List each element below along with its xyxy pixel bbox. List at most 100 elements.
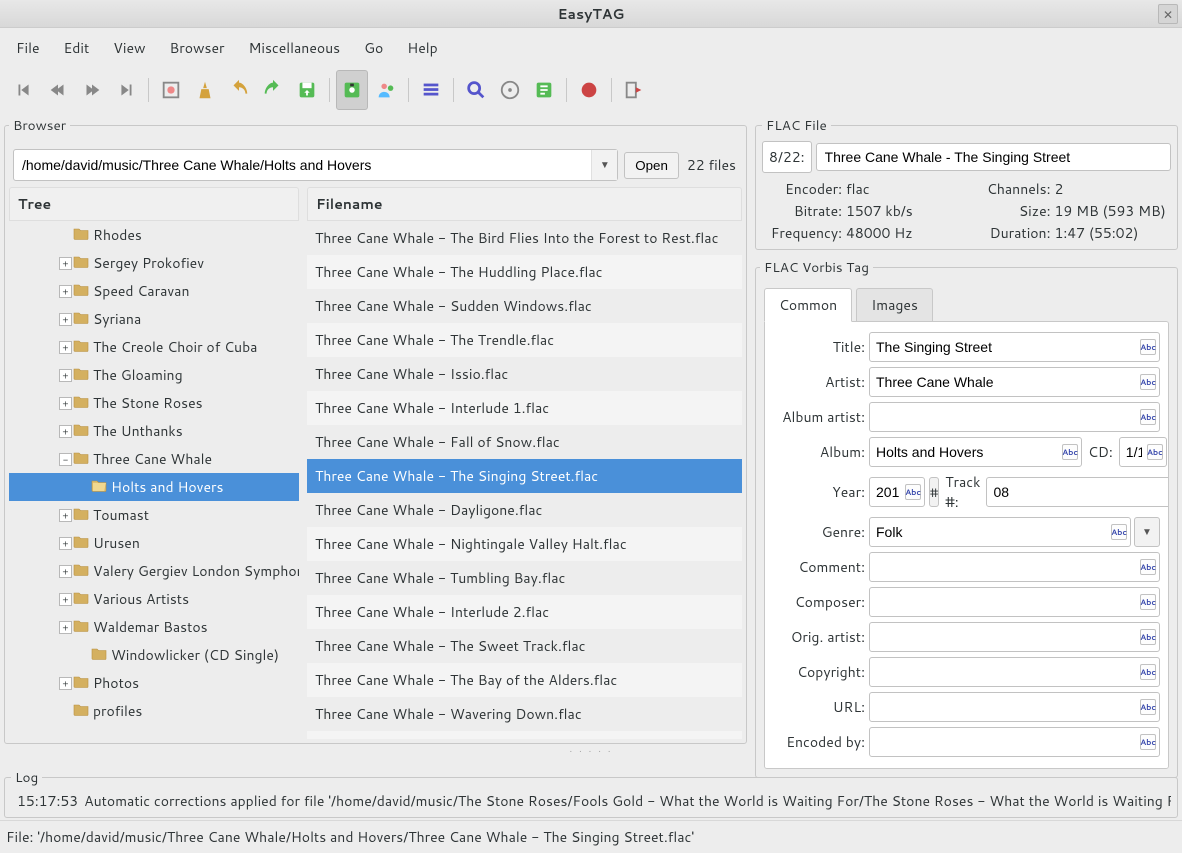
title-input[interactable] [869, 332, 1160, 362]
tab-common[interactable]: Common [764, 288, 852, 322]
path-input[interactable] [14, 150, 591, 180]
expander-icon[interactable]: + [59, 621, 72, 634]
nav-prev-button[interactable] [42, 70, 74, 110]
apply-all-icon[interactable]: Abc [1140, 594, 1156, 610]
tree-item[interactable]: +Sergey Prokofiev [9, 249, 299, 277]
menu-edit[interactable]: Edit [54, 34, 100, 62]
apply-all-icon[interactable]: Abc [1140, 339, 1156, 355]
artist-input[interactable] [869, 367, 1160, 397]
expander-icon[interactable]: + [59, 313, 72, 326]
apply-all-icon[interactable]: Abc [1111, 524, 1127, 540]
tree-item[interactable]: +The Gloaming [9, 361, 299, 389]
menu-help[interactable]: Help [397, 34, 447, 62]
apply-all-icon[interactable]: Abc [1140, 664, 1156, 680]
genre-input[interactable] [869, 517, 1131, 547]
apply-all-icon[interactable]: Abc [1140, 409, 1156, 425]
save-button[interactable] [291, 70, 323, 110]
path-dropdown-button[interactable]: ▼ [591, 150, 617, 180]
stop-button[interactable] [573, 70, 605, 110]
filename-header[interactable]: Filename [307, 187, 742, 221]
file-list-item[interactable]: Three Cane Whale - Issio.flac [307, 357, 742, 391]
scan-button[interactable] [155, 70, 187, 110]
file-list-item[interactable]: Three Cane Whale - Nightingale Valley Ha… [307, 527, 742, 561]
files-scroll[interactable]: Three Cane Whale - The Bird Flies Into t… [307, 221, 742, 739]
search-button[interactable] [460, 70, 492, 110]
apply-all-icon[interactable]: Abc [1147, 444, 1163, 460]
open-button[interactable]: Open [624, 152, 679, 179]
apply-all-icon[interactable]: Abc [905, 484, 921, 500]
album-artist-input[interactable] [869, 402, 1160, 432]
tree-item[interactable]: +profiles [9, 697, 299, 725]
apply-all-icon[interactable]: Abc [1140, 629, 1156, 645]
file-list-item[interactable]: Three Cane Whale - Ruby and Elsie.flac [307, 731, 742, 739]
file-list-item[interactable]: Three Cane Whale - The Trendle.flac [307, 323, 742, 357]
file-list-item[interactable]: Three Cane Whale - Tumbling Bay.flac [307, 561, 742, 595]
file-list-item[interactable]: Three Cane Whale - The Huddling Place.fl… [307, 255, 742, 289]
expander-icon[interactable]: + [59, 341, 72, 354]
tree-item[interactable]: +Toumast [9, 501, 299, 529]
cddb-button[interactable] [494, 70, 526, 110]
menu-view[interactable]: View [103, 34, 155, 62]
tree-scroll[interactable]: +Rhodes+Sergey Prokofiev+Speed Caravan+S… [9, 221, 299, 739]
tree-header[interactable]: Tree [9, 187, 299, 221]
view-tree-button[interactable] [336, 70, 368, 110]
tree-item[interactable]: +Windowlicker (CD Single) [9, 641, 299, 669]
menu-miscellaneous[interactable]: Miscellaneous [238, 34, 350, 62]
quit-button[interactable] [618, 70, 650, 110]
expander-icon[interactable]: + [59, 537, 72, 550]
tree-item[interactable]: +The Unthanks [9, 417, 299, 445]
expander-icon[interactable]: + [59, 677, 72, 690]
undo-button[interactable] [223, 70, 255, 110]
url-input[interactable] [869, 692, 1160, 722]
expander-icon[interactable]: + [59, 509, 72, 522]
expander-icon[interactable]: + [59, 285, 72, 298]
menu-go[interactable]: Go [354, 34, 393, 62]
expander-icon[interactable]: + [59, 369, 72, 382]
tree-item[interactable]: −Three Cane Whale [9, 445, 299, 473]
close-button[interactable]: ✕ [1158, 4, 1178, 24]
tree-item[interactable]: +Speed Caravan [9, 277, 299, 305]
track-input[interactable] [986, 477, 1169, 507]
file-list-item[interactable]: Three Cane Whale - The Bird Flies Into t… [307, 221, 742, 255]
file-list-item[interactable]: Three Cane Whale - Interlude 2.flac [307, 595, 742, 629]
expander-icon[interactable]: + [59, 257, 72, 270]
tree-item[interactable]: +Various Artists [9, 585, 299, 613]
file-list-item[interactable]: Three Cane Whale - Interlude 1.flac [307, 391, 742, 425]
playlist-button[interactable] [528, 70, 560, 110]
file-list-item[interactable]: Three Cane Whale - Sudden Windows.flac [307, 289, 742, 323]
view-artist-button[interactable] [370, 70, 402, 110]
expander-icon[interactable]: + [59, 397, 72, 410]
tree-item[interactable]: +Holts and Hovers [9, 473, 299, 501]
tree-item[interactable]: +Syriana [9, 305, 299, 333]
nav-next-button[interactable] [76, 70, 108, 110]
encoded-by-input[interactable] [869, 727, 1160, 757]
clean-button[interactable] [189, 70, 221, 110]
comment-input[interactable] [869, 552, 1160, 582]
apply-all-icon[interactable]: Abc [1062, 444, 1078, 460]
tree-item[interactable]: +Urusen [9, 529, 299, 557]
tab-images[interactable]: Images [856, 288, 933, 322]
tree-item[interactable]: +Waldemar Bastos [9, 613, 299, 641]
file-list-item[interactable]: Three Cane Whale - The Bay of the Alders… [307, 663, 742, 697]
select-all-button[interactable] [415, 70, 447, 110]
apply-all-icon[interactable]: Abc [1140, 734, 1156, 750]
tree-item[interactable]: +Rhodes [9, 221, 299, 249]
album-input[interactable] [869, 437, 1082, 467]
tree-item[interactable]: +The Stone Roses [9, 389, 299, 417]
copyright-input[interactable] [869, 657, 1160, 687]
file-list-item[interactable]: Three Cane Whale - Dayligone.flac [307, 493, 742, 527]
nav-first-button[interactable] [8, 70, 40, 110]
menu-browser[interactable]: Browser [160, 34, 235, 62]
expander-icon[interactable]: + [59, 425, 72, 438]
expander-icon[interactable]: + [59, 565, 72, 578]
redo-button[interactable] [257, 70, 289, 110]
expander-icon[interactable]: + [59, 593, 72, 606]
file-list-item[interactable]: Three Cane Whale - Wavering Down.flac [307, 697, 742, 731]
menu-file[interactable]: File [6, 34, 50, 62]
expander-icon[interactable]: − [59, 453, 72, 466]
composer-input[interactable] [869, 587, 1160, 617]
file-list-item[interactable]: Three Cane Whale - The Singing Street.fl… [307, 459, 742, 493]
tree-item[interactable]: +Valery Gergiev London Symphony Orchestr… [9, 557, 299, 585]
nav-last-button[interactable] [110, 70, 142, 110]
file-list-item[interactable]: Three Cane Whale - The Sweet Track.flac [307, 629, 742, 663]
